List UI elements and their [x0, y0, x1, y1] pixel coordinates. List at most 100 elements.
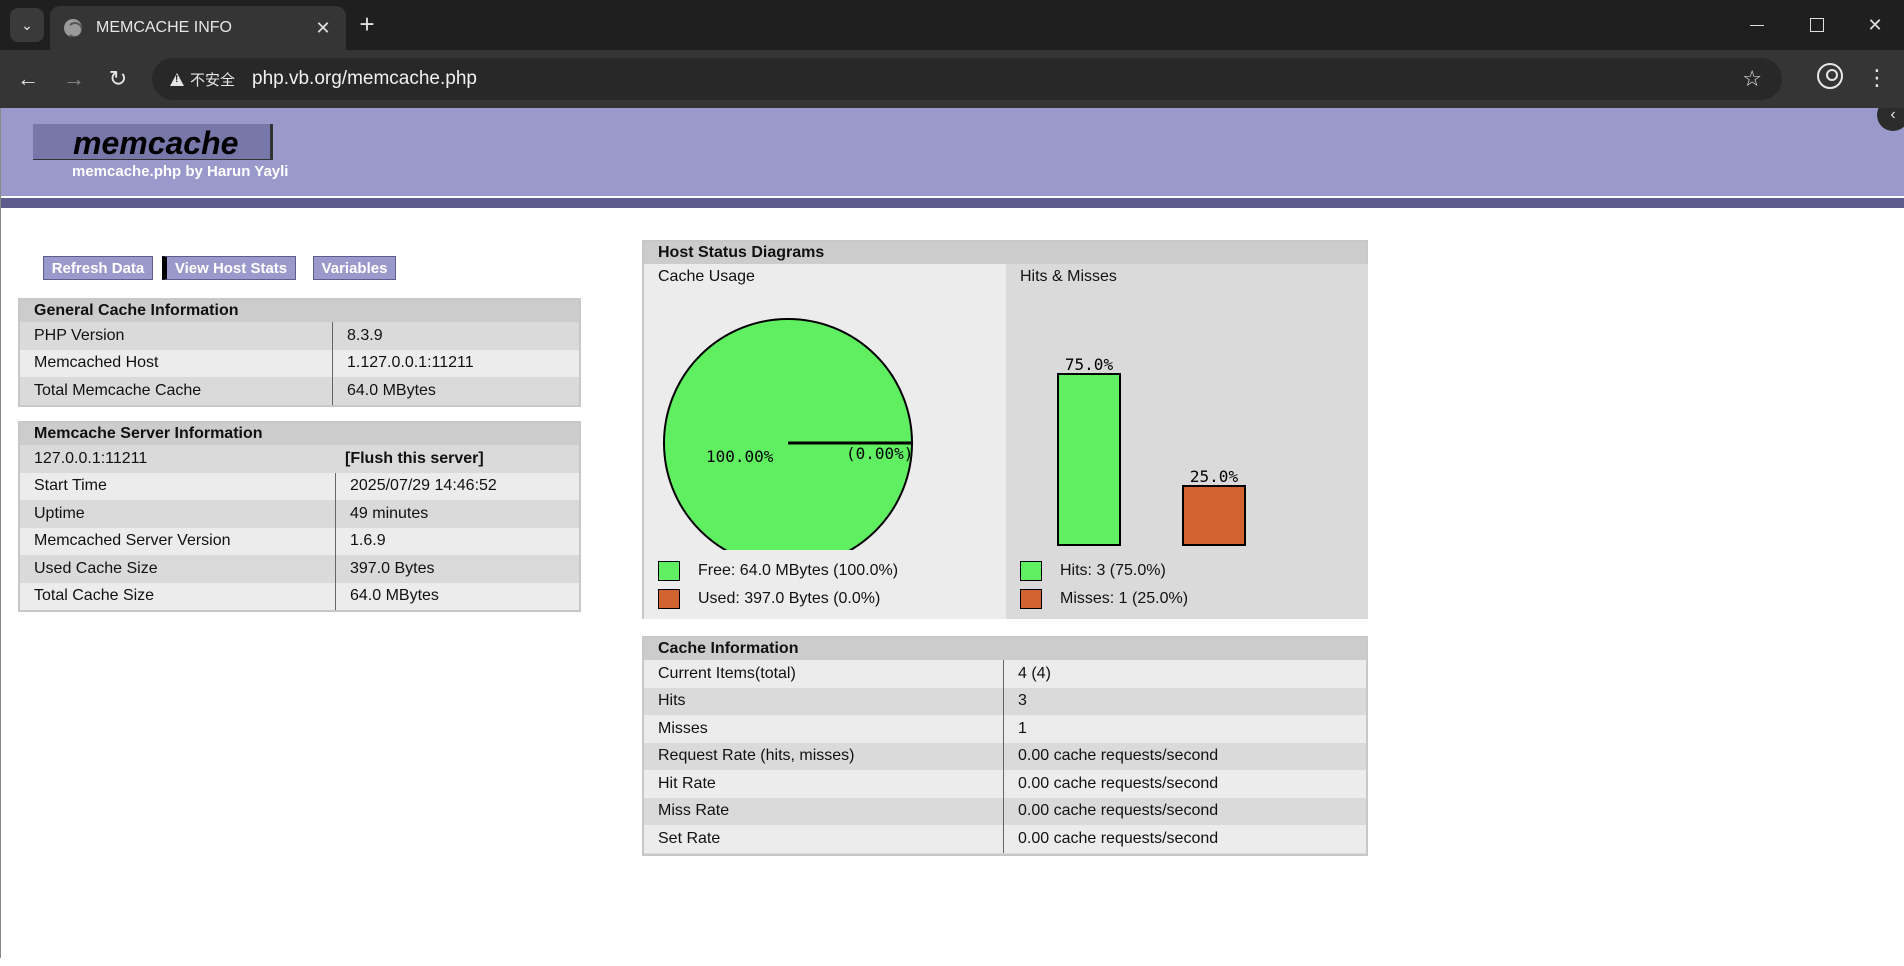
row-value: 3 [1003, 687, 1027, 715]
table-row: PHP Version 8.3.9 [20, 322, 579, 350]
table-row: Miss Rate 0.00 cache requests/second [644, 797, 1366, 825]
row-key: Current Items(total) [658, 664, 796, 682]
server-host: 127.0.0.1:11211 [34, 449, 148, 467]
diagrams-title: Host Status Diagrams [644, 242, 1366, 264]
header-subtitle: memcache.php by Harun Yayli [72, 163, 289, 180]
reload-icon[interactable]: ↻ [102, 63, 134, 95]
bar-label-hits: 75.0% [1065, 355, 1114, 374]
browser-tab[interactable]: MEMCACHE INFO ✕ [50, 6, 346, 50]
close-tab-icon[interactable]: ✕ [310, 15, 336, 41]
security-label: 不安全 [190, 71, 236, 89]
row-value: 49 minutes [335, 500, 428, 528]
server-info-title: Memcache Server Information [20, 423, 579, 445]
legend-used: Used: 397.0 Bytes (0.0%) [658, 588, 880, 610]
refresh-data-button[interactable]: Refresh Data [43, 256, 153, 280]
hits-misses-label: Hits & Misses [1020, 268, 1117, 285]
row-value: 397.0 Bytes [335, 555, 435, 583]
row-value: 0.00 cache requests/second [1003, 825, 1218, 853]
header-bar [1, 198, 1904, 208]
row-value: 1 [1003, 715, 1027, 743]
table-row: Hits 3 [644, 687, 1366, 715]
warning-icon [170, 72, 184, 86]
back-arrow-icon[interactable]: ← [12, 63, 44, 95]
row-key: PHP Version [34, 326, 125, 344]
table-row: Set Rate 0.00 cache requests/second [644, 825, 1366, 853]
table-row: Misses 1 [644, 715, 1366, 743]
bar-misses [1182, 485, 1246, 546]
table-row: Hit Rate 0.00 cache requests/second [644, 770, 1366, 798]
used-legend-label: Used: 397.0 Bytes (0.0%) [698, 590, 881, 607]
server-info-panel: Memcache Server Information 127.0.0.1:11… [18, 421, 581, 612]
row-value: 0.00 cache requests/second [1003, 797, 1218, 825]
page-header: memcache memcache.php by Harun Yayli [1, 108, 1904, 196]
row-key: Used Cache Size [34, 559, 158, 577]
cache-usage-label: Cache Usage [658, 268, 755, 285]
window-close-icon[interactable]: ✕ [1852, 8, 1898, 42]
variables-button[interactable]: Variables [313, 256, 396, 280]
address-bar[interactable]: 不安全 php.vb.org/memcache.php ☆ [152, 58, 1782, 100]
table-row: Current Items(total) 4 (4) [644, 660, 1366, 688]
pie-label-free: 100.00% [706, 447, 774, 466]
legend-hits: Hits: 3 (75.0%) [1020, 560, 1166, 582]
table-row: Used Cache Size 397.0 Bytes [20, 555, 579, 583]
row-value: 0.00 cache requests/second [1003, 770, 1218, 798]
row-value: 1.6.9 [335, 527, 386, 555]
maximize-icon[interactable] [1794, 8, 1840, 42]
general-cache-panel: General Cache Information PHP Version 8.… [18, 298, 581, 407]
browser-tab-bar: ⌄ MEMCACHE INFO ✕ + ✕ [0, 0, 1904, 50]
minimize-icon[interactable] [1734, 8, 1780, 42]
row-value: 64.0 MBytes [335, 582, 439, 610]
profile-icon[interactable] [1817, 63, 1843, 89]
logo-text: memcache [73, 125, 239, 161]
table-row: Memcached Host 1.127.0.0.1:11211 [20, 349, 579, 377]
cache-usage-diagram: Cache Usage 100.00% (0.00%) Free: 64.0 MB… [644, 264, 1006, 619]
more-menu-icon[interactable]: ⋮ [1866, 63, 1888, 93]
free-swatch [658, 561, 680, 581]
bookmark-star-icon[interactable]: ☆ [1742, 66, 1762, 92]
bar-hits [1057, 373, 1121, 546]
row-key: Set Rate [658, 829, 721, 847]
row-key: Start Time [34, 477, 107, 495]
row-key: Request Rate (hits, misses) [658, 747, 855, 765]
pie-label-used: (0.00%) [846, 444, 913, 463]
legend-free: Free: 64.0 MBytes (100.0%) [658, 560, 898, 582]
view-host-stats-button[interactable]: View Host Stats [162, 256, 296, 280]
cache-info-title: Cache Information [644, 638, 1366, 660]
row-key: Misses [658, 719, 708, 737]
row-key: Total Memcache Cache [34, 381, 202, 399]
host-status-diagrams: Host Status Diagrams Cache Usage 100.00%… [642, 240, 1368, 619]
row-key: Hit Rate [658, 774, 716, 792]
hits-misses-diagram: Hits & Misses 75.0% 25.0% Hits: 3 (75.0%)… [1006, 264, 1368, 619]
row-key: Miss Rate [658, 802, 730, 820]
used-swatch [658, 589, 680, 609]
row-key: Memcached Server Version [34, 532, 231, 550]
hits-swatch [1020, 561, 1042, 581]
row-value: 4 (4) [1003, 660, 1051, 688]
url-text[interactable]: php.vb.org/memcache.php [252, 68, 477, 90]
forward-arrow-icon[interactable]: → [58, 63, 90, 95]
row-value: 2025/07/29 14:46:52 [335, 472, 497, 500]
flush-server-link[interactable]: [Flush this server] [335, 445, 484, 473]
security-chip[interactable]: 不安全 [162, 65, 243, 93]
legend-misses: Misses: 1 (25.0%) [1020, 588, 1188, 610]
table-row: Total Cache Size 64.0 MBytes [20, 582, 579, 610]
row-value: 64.0 MBytes [332, 377, 436, 405]
row-key: Total Cache Size [34, 587, 155, 605]
misses-legend-label: Misses: 1 (25.0%) [1060, 590, 1189, 607]
tab-search-chevron-icon[interactable]: ⌄ [10, 8, 44, 42]
new-tab-plus-icon[interactable]: + [352, 10, 382, 40]
table-row: Uptime 49 minutes [20, 500, 579, 528]
pie-slice-free [663, 318, 913, 550]
hits-misses-bar-chart: 75.0% 25.0% [1057, 355, 1246, 546]
table-row: 127.0.0.1:11211 [Flush this server] [20, 445, 579, 473]
row-key: Hits [658, 692, 686, 710]
browser-toolbar: ← → ↻ 不安全 php.vb.org/memcache.php ☆ ⋮ [0, 50, 1904, 108]
hits-legend-label: Hits: 3 (75.0%) [1060, 562, 1166, 579]
general-cache-title: General Cache Information [20, 300, 579, 322]
table-row: Request Rate (hits, misses) 0.00 cache r… [644, 742, 1366, 770]
globe-icon [64, 19, 82, 37]
row-key: Memcached Host [34, 354, 159, 372]
table-row: Start Time 2025/07/29 14:46:52 [20, 472, 579, 500]
tab-title: MEMCACHE INFO [96, 19, 232, 36]
web-page: memcache memcache.php by Harun Yayli ‹ R… [0, 108, 1904, 958]
